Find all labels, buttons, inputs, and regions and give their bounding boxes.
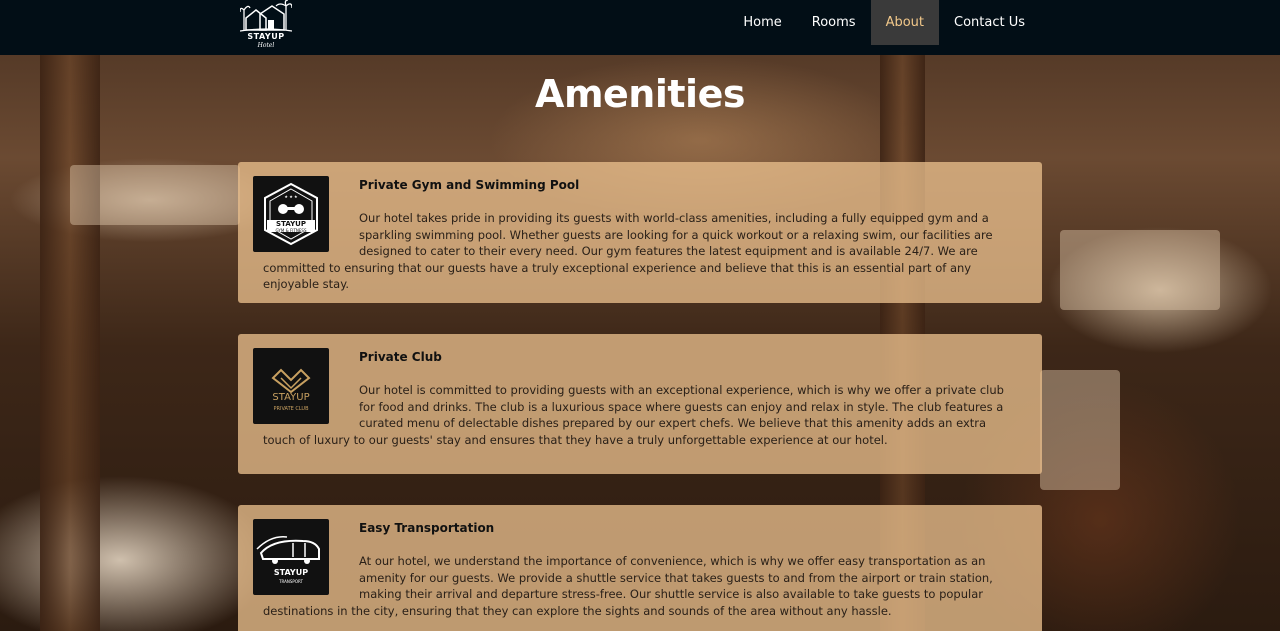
transport-logo-text: STAYUP <box>273 568 309 577</box>
gym-logo-subtext: GYM & FITNESS <box>275 228 307 233</box>
navbar: STAYUP Hotel Home Rooms About Contact Us <box>0 0 1280 55</box>
amenity-title: Easy Transportation <box>359 521 495 535</box>
hotel-logo[interactable]: STAYUP Hotel <box>239 0 293 52</box>
svg-text:★ ★ ★: ★ ★ ★ <box>284 194 298 199</box>
background-table <box>1060 230 1220 310</box>
nav-rooms-link[interactable]: Rooms <box>797 0 871 45</box>
amenity-card-club: STAYUP PRIVATE CLUB Private Club Our hot… <box>238 334 1042 474</box>
amenity-description: Our hotel is committed to providing gues… <box>263 383 1004 447</box>
transport-logo-image: STAYUP TRANSPORT <box>253 519 329 595</box>
amenity-description: Our hotel takes pride in providing its g… <box>263 211 993 291</box>
logo-name: STAYUP <box>247 32 285 41</box>
page-title: Amenities <box>535 72 745 116</box>
logo-subtitle: Hotel <box>257 42 275 49</box>
gym-logo-image: ★ ★ ★ STAYUP GYM & FITNESS <box>253 176 329 252</box>
background-table <box>1040 370 1120 490</box>
gym-logo-text: STAYUP <box>276 220 306 228</box>
club-logo-subtext: PRIVATE CLUB <box>273 406 309 412</box>
amenity-title: Private Club <box>359 350 442 364</box>
nav-about-link[interactable]: About <box>870 0 939 45</box>
nav-links: Home Rooms About Contact Us <box>728 0 1040 45</box>
club-logo-image: STAYUP PRIVATE CLUB <box>253 348 329 424</box>
background-table <box>70 165 240 225</box>
club-logo-text: STAYUP <box>272 392 310 403</box>
background-pillar <box>40 55 100 631</box>
gym-badge-icon: ★ ★ ★ <box>264 182 318 246</box>
amenity-card-gym: ★ ★ ★ STAYUP GYM & FITNESS Private Gym a… <box>238 162 1042 303</box>
transport-logo-subtext: TRANSPORT <box>279 579 303 584</box>
amenity-card-transport: STAYUP TRANSPORT Easy Transportation At … <box>238 505 1042 631</box>
nav-home-link[interactable]: Home <box>728 0 796 45</box>
amenity-title: Private Gym and Swimming Pool <box>359 178 580 192</box>
amenity-description: At our hotel, we understand the importan… <box>263 554 993 618</box>
club-crown-icon <box>271 368 311 394</box>
palm-house-icon <box>239 0 293 32</box>
nav-contact-link[interactable]: Contact Us <box>939 0 1040 45</box>
